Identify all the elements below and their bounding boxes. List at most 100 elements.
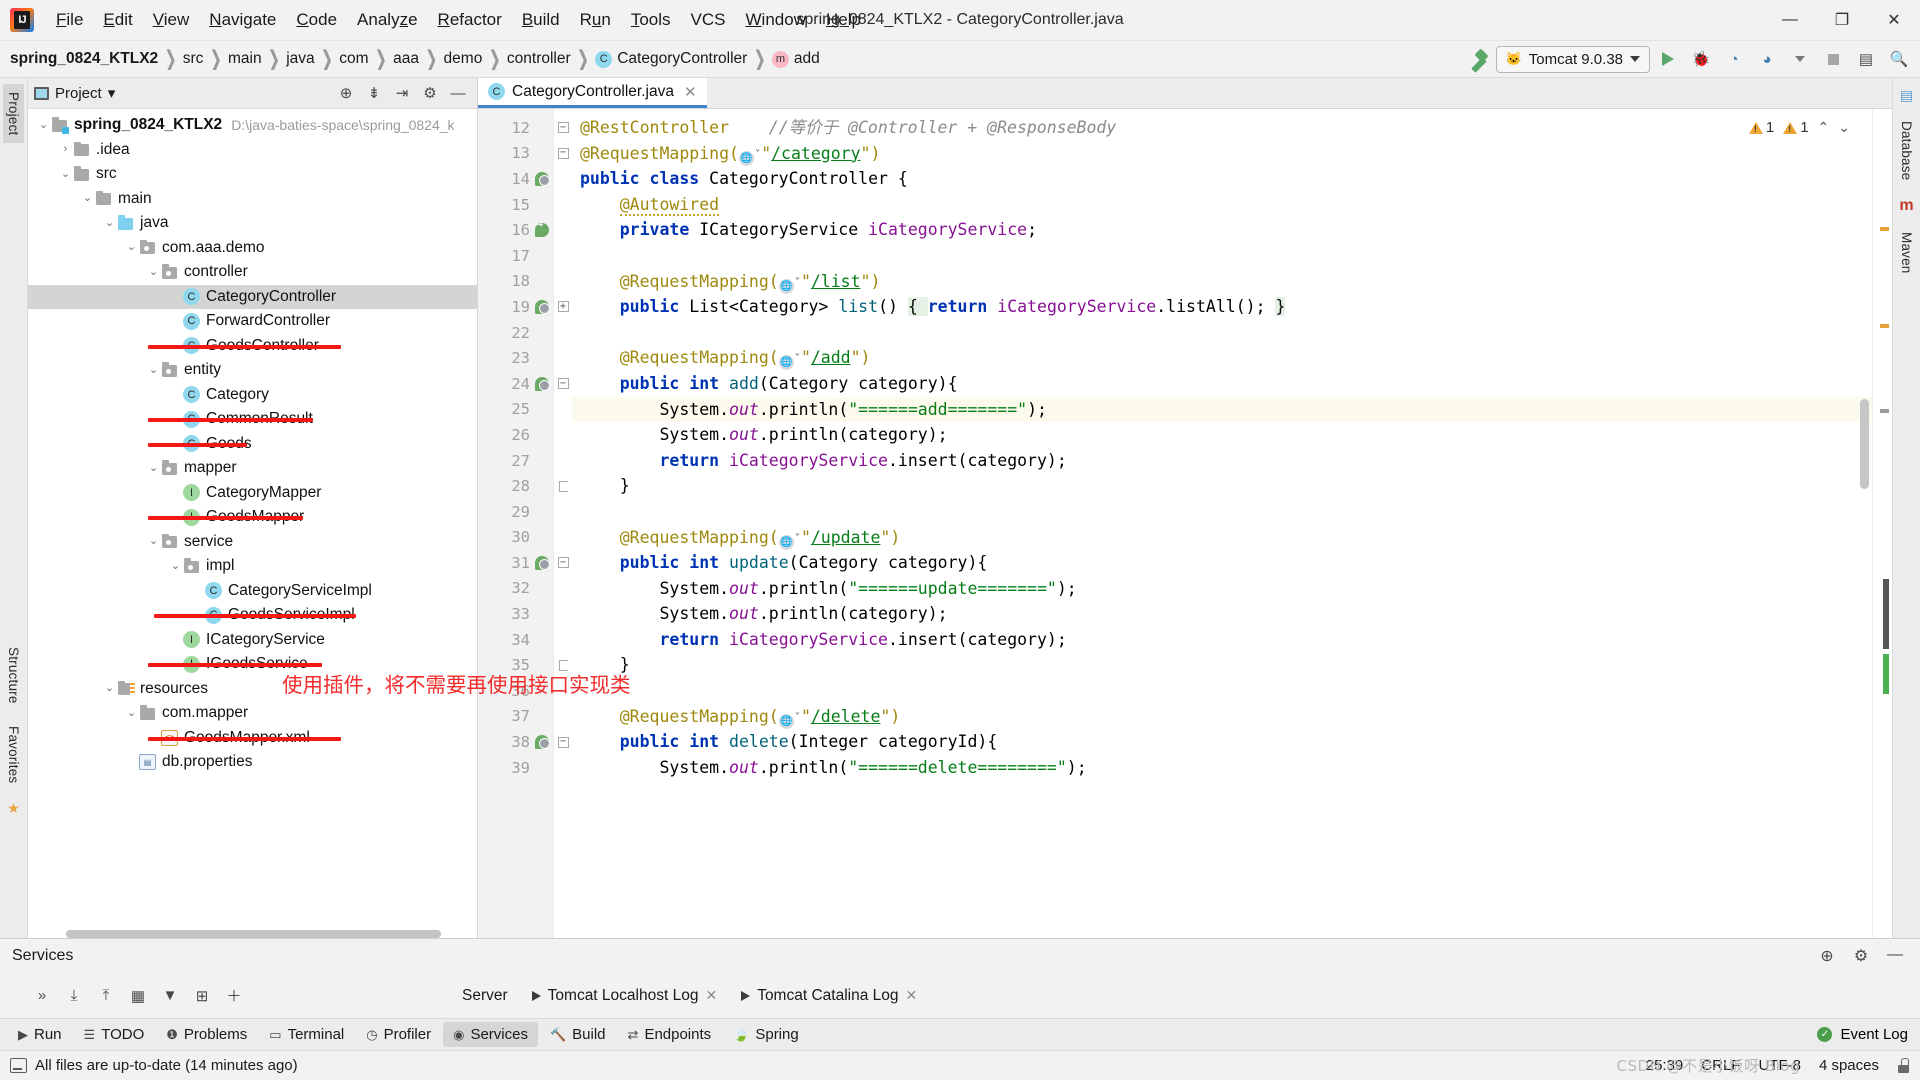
menu-item-refactor[interactable]: Refactor bbox=[428, 6, 512, 34]
debug-button[interactable]: 🐞 bbox=[1686, 45, 1716, 73]
code-folding-column[interactable]: −−+−−− bbox=[554, 109, 572, 938]
menu-item-analyze[interactable]: Analyze bbox=[347, 6, 428, 34]
tree-item-service[interactable]: ⌄service bbox=[28, 530, 477, 555]
code-line-26[interactable]: System.out.println(category); bbox=[572, 422, 1872, 448]
code-content[interactable]: @RestController //等价于 @Controller + @Res… bbox=[572, 109, 1872, 938]
gutter-line-13[interactable]: 13 bbox=[478, 141, 553, 167]
collapse-all-icon[interactable]: ⤒ bbox=[92, 983, 120, 1009]
build-hammer-icon[interactable] bbox=[1463, 45, 1493, 73]
inspection-marker-bar[interactable] bbox=[1872, 109, 1892, 938]
code-line-24[interactable]: public int add(Category category){ bbox=[572, 371, 1872, 397]
fold-marker-31[interactable]: − bbox=[554, 550, 572, 576]
add-service-icon[interactable]: ⊕ bbox=[1814, 946, 1840, 966]
chevron-down-icon[interactable]: ⌄ bbox=[168, 561, 183, 572]
bottom-tab-run[interactable]: ▶Run bbox=[8, 1022, 72, 1047]
close-icon[interactable]: ✕ bbox=[705, 987, 717, 1004]
code-line-17[interactable] bbox=[572, 243, 1872, 269]
hide-icon[interactable]: — bbox=[445, 81, 471, 105]
menu-item-edit[interactable]: Edit bbox=[93, 6, 142, 34]
chevron-down-icon[interactable]: ⌄ bbox=[124, 242, 139, 253]
gutter-line-17[interactable]: 17 bbox=[478, 243, 553, 269]
gutter-line-32[interactable]: 32 bbox=[478, 576, 553, 602]
expand-all-icon[interactable]: ⤓ bbox=[60, 983, 88, 1009]
sidebar-item-structure[interactable]: Structure bbox=[3, 639, 24, 712]
bottom-tab-spring[interactable]: 🍃Spring bbox=[723, 1022, 809, 1047]
code-line-27[interactable]: return iCategoryService.insert(category)… bbox=[572, 448, 1872, 474]
sidebar-item-favorites[interactable]: Favorites bbox=[3, 718, 24, 791]
menu-item-code[interactable]: Code bbox=[286, 6, 347, 34]
tree-item-categorymapper[interactable]: ICategoryMapper bbox=[28, 481, 477, 506]
run-with-coverage-button[interactable]: ◔ bbox=[1719, 45, 1749, 73]
code-line-37[interactable]: @RequestMapping(🌐ˇ"/delete") bbox=[572, 704, 1872, 730]
tree-item-com-aaa-demo[interactable]: ⌄com.aaa.demo bbox=[28, 236, 477, 261]
request-mapping-globe-icon[interactable]: 🌐 bbox=[779, 355, 794, 370]
breadcrumb-item-add[interactable]: madd bbox=[768, 48, 824, 70]
tree-item-impl[interactable]: ⌄impl bbox=[28, 554, 477, 579]
chevron-down-icon[interactable]: ˇ bbox=[794, 352, 801, 366]
bottom-tab-services[interactable]: ◉Services bbox=[443, 1022, 538, 1047]
chevron-down-icon[interactable]: ˇ bbox=[794, 276, 801, 290]
spring-bean-gutter-icon[interactable] bbox=[535, 377, 549, 391]
tree-item-goodsmapper-xml[interactable]: <>GoodsMapper.xml bbox=[28, 726, 477, 751]
gutter-line-29[interactable]: 29 bbox=[478, 499, 553, 525]
profile-button[interactable]: ◕ bbox=[1752, 45, 1782, 73]
close-icon[interactable]: ✕ bbox=[684, 83, 697, 101]
chevron-down-icon[interactable]: ⌄ bbox=[146, 536, 161, 547]
request-mapping-globe-icon[interactable]: 🌐 bbox=[779, 279, 794, 294]
menu-item-tools[interactable]: Tools bbox=[621, 6, 681, 34]
fold-marker-28[interactable] bbox=[554, 473, 572, 499]
spring-bean-gutter-icon[interactable] bbox=[535, 172, 549, 186]
menu-item-build[interactable]: Build bbox=[512, 6, 570, 34]
chevron-down-icon[interactable]: ⌄ bbox=[80, 193, 95, 204]
gutter-line-18[interactable]: 18 bbox=[478, 269, 553, 295]
hide-icon[interactable]: — bbox=[1882, 946, 1908, 966]
services-tab-tomcat-catalina-log[interactable]: Tomcat Catalina Log✕ bbox=[729, 973, 929, 1018]
horizontal-scrollbar[interactable] bbox=[66, 930, 441, 938]
tree-item-com-mapper[interactable]: ⌄com.mapper bbox=[28, 701, 477, 726]
locate-icon[interactable]: ⊕ bbox=[333, 81, 359, 105]
event-log-label[interactable]: Event Log bbox=[1840, 1026, 1908, 1043]
menu-item-help[interactable]: Help bbox=[816, 6, 871, 34]
close-icon[interactable]: ✕ bbox=[906, 987, 918, 1004]
editor-vertical-scrollbar[interactable] bbox=[1860, 399, 1869, 489]
fold-marker-19[interactable]: + bbox=[554, 294, 572, 320]
tree-item-controller[interactable]: ⌄controller bbox=[28, 260, 477, 285]
chevron-down-icon[interactable]: ⌄ bbox=[102, 683, 117, 694]
code-line-12[interactable]: @RestController //等价于 @Controller + @Res… bbox=[572, 115, 1872, 141]
chevron-down-icon[interactable]: ⌄ bbox=[146, 463, 161, 474]
code-line-15[interactable]: @Autowired bbox=[572, 192, 1872, 218]
tree-item--idea[interactable]: ›.idea bbox=[28, 138, 477, 163]
chevron-down-icon[interactable]: ⌄ bbox=[146, 267, 161, 278]
gutter-line-37[interactable]: 37 bbox=[478, 704, 553, 730]
gear-icon[interactable]: ⚙ bbox=[1848, 946, 1874, 966]
tree-item-icategoryservice[interactable]: IICategoryService bbox=[28, 628, 477, 653]
expand-icon[interactable]: ⇥ bbox=[389, 81, 415, 105]
chevron-right-icon[interactable]: › bbox=[58, 144, 73, 155]
menu-item-run[interactable]: Run bbox=[570, 6, 621, 34]
bottom-tab-profiler[interactable]: ◷Profiler bbox=[356, 1022, 441, 1047]
tree-item-java[interactable]: ⌄java bbox=[28, 211, 477, 236]
gutter-line-26[interactable]: 26 bbox=[478, 422, 553, 448]
tree-item-src[interactable]: ⌄src bbox=[28, 162, 477, 187]
tree-item-forwardcontroller[interactable]: CForwardController bbox=[28, 309, 477, 334]
chevron-down-icon[interactable]: ▾ bbox=[108, 84, 116, 102]
gutter-line-34[interactable]: 34 bbox=[478, 627, 553, 653]
gutter-line-16[interactable]: 16 bbox=[478, 217, 553, 243]
gutter-line-39[interactable]: 39 bbox=[478, 755, 553, 781]
chevron-down-icon[interactable]: ⌄ bbox=[102, 218, 117, 229]
fold-marker-12[interactable]: − bbox=[554, 115, 572, 141]
next-problem-icon[interactable]: ⌄ bbox=[1838, 119, 1850, 136]
fold-collapse-icon[interactable]: − bbox=[558, 557, 569, 568]
breadcrumb-item-aaa[interactable]: aaa bbox=[389, 48, 423, 70]
code-line-19[interactable]: public List<Category> list() { return iC… bbox=[572, 294, 1872, 320]
code-line-14[interactable]: public class CategoryController { bbox=[572, 166, 1872, 192]
code-line-36[interactable] bbox=[572, 678, 1872, 704]
gutter-line-12[interactable]: 12 bbox=[478, 115, 553, 141]
tree-item-spring-0824-ktlx2[interactable]: ⌄spring_0824_KTLX2D:\java-baties-space\s… bbox=[28, 113, 477, 138]
fold-collapse-icon[interactable]: − bbox=[558, 148, 569, 159]
indent-setting[interactable]: 4 spaces bbox=[1819, 1057, 1879, 1074]
code-line-34[interactable]: return iCategoryService.insert(category)… bbox=[572, 627, 1872, 653]
request-mapping-globe-icon[interactable]: 🌐 bbox=[779, 714, 794, 729]
sidebar-item-project[interactable]: Project bbox=[3, 84, 24, 143]
run-configuration-selector[interactable]: 🐱 Tomcat 9.0.38 bbox=[1496, 46, 1650, 73]
